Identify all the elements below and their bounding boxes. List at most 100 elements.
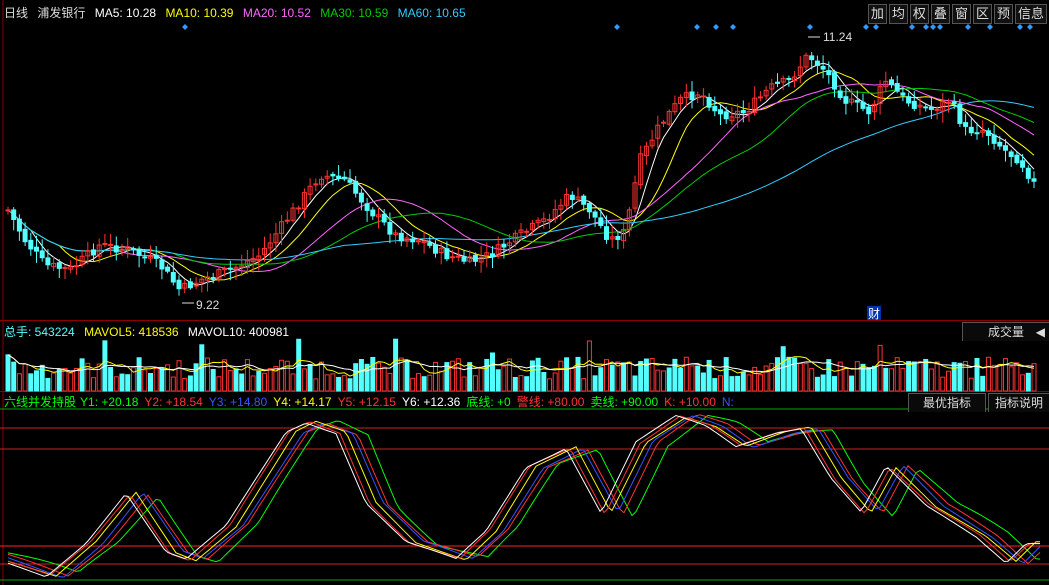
volume-bar — [79, 358, 85, 392]
candle-body — [187, 281, 193, 289]
volume-bar — [1008, 366, 1014, 392]
volume-bar — [849, 375, 855, 392]
volume-bar — [740, 371, 746, 392]
indicator-name[interactable]: 六线并发持股 — [4, 395, 76, 409]
volume-bar — [877, 344, 883, 392]
candle-body — [718, 109, 723, 115]
mavol10-value: MAVOL10: 400981 — [187, 325, 290, 339]
volume-bar — [461, 376, 467, 392]
candle-body — [113, 245, 119, 253]
indicator-y2-line — [7, 414, 1041, 577]
indicator-y3-line — [7, 415, 1041, 578]
ma30-value: MA30: 10.59 — [320, 6, 389, 20]
candle-body — [91, 249, 96, 256]
event-marker-icon — [930, 24, 936, 30]
finance-tag[interactable]: 财 — [868, 307, 880, 321]
candle-body — [786, 77, 792, 80]
volume-bar — [552, 372, 558, 392]
candle-body — [364, 203, 370, 211]
toolbar-window-button[interactable]: 窗 — [951, 4, 971, 24]
event-marker-icon — [965, 24, 971, 30]
candle-body — [889, 79, 894, 85]
y5-value: Y5: +12.15 — [337, 395, 396, 409]
candle-body — [928, 106, 934, 110]
period-label[interactable]: 日线 — [4, 6, 28, 20]
candle-body — [934, 108, 940, 111]
event-marker-icon — [1017, 24, 1023, 30]
volume-bar — [946, 370, 951, 392]
volume-bar — [621, 362, 627, 392]
toolbar-forecast-button[interactable]: 预 — [993, 4, 1013, 24]
candle-body — [1003, 145, 1008, 151]
volume-bar — [16, 373, 22, 392]
candle-body — [723, 111, 729, 120]
sell-line-value: 卖线: +90.00 — [590, 395, 659, 409]
volume-bar — [381, 366, 387, 392]
toolbar-range-button[interactable]: 区 — [972, 4, 992, 24]
indicator-help-button[interactable]: 指标说明 — [988, 393, 1049, 412]
candle-body — [461, 256, 467, 262]
volume-bar — [290, 373, 296, 392]
volume-bar — [484, 358, 490, 392]
volume-bar — [159, 367, 165, 392]
event-marker-icon — [863, 24, 869, 30]
volume-bar — [638, 361, 644, 392]
volume-bar — [170, 376, 176, 392]
candle-body — [227, 267, 233, 270]
toolbar-add-button[interactable]: 加 — [867, 4, 887, 24]
event-marker-icon — [182, 24, 188, 30]
volume-bar — [780, 346, 786, 392]
best-indicator-button[interactable]: 最优指标 — [908, 393, 986, 412]
candle-body — [159, 259, 165, 270]
volume-bar — [775, 357, 780, 392]
volume-bar — [347, 378, 353, 392]
volume-bar — [866, 367, 872, 392]
toolbar-ma-button[interactable]: 均 — [888, 4, 908, 24]
volume-bar — [889, 368, 894, 392]
candle-body — [1008, 151, 1014, 157]
candle-body — [490, 253, 495, 258]
volume-indicator-label: 成交量 — [987, 325, 1024, 339]
volume-bar — [324, 374, 330, 392]
toolbar-rights-button[interactable]: 权 — [909, 4, 929, 24]
candle-body — [358, 192, 364, 203]
candle-body — [56, 262, 62, 269]
candle-body — [592, 211, 598, 218]
volume-bar — [250, 375, 256, 392]
volume-bar — [187, 375, 193, 392]
price-chart[interactable]: 11.24 9.22 财 — [0, 0, 1049, 321]
candle-body — [615, 235, 621, 240]
volume-bar — [917, 360, 923, 392]
volume-bar — [227, 370, 233, 392]
toolbar-overlay-button[interactable]: 叠 — [930, 4, 950, 24]
event-marker-icon — [923, 24, 929, 30]
volume-bar — [586, 340, 592, 392]
volume-bar — [911, 361, 917, 392]
volume-bar — [609, 364, 615, 392]
volume-bar — [108, 367, 114, 392]
volume-bar — [661, 370, 666, 392]
volume-bar — [233, 368, 239, 392]
volume-bar — [598, 367, 604, 392]
volume-bar — [558, 360, 564, 392]
candle-body — [700, 95, 706, 98]
volume-bar — [62, 368, 68, 392]
volume-bar — [792, 357, 798, 392]
volume-bar — [894, 357, 900, 392]
candle-body — [34, 246, 39, 252]
candle-body — [712, 105, 718, 112]
volume-bar — [421, 376, 427, 392]
candle-body — [985, 130, 991, 136]
candle-body — [39, 250, 45, 259]
candle-body — [176, 279, 182, 290]
volume-bar — [940, 376, 946, 392]
volume-bar — [56, 368, 62, 392]
indicator-chart[interactable] — [0, 392, 1049, 585]
toolbar-info-button[interactable]: 信息 — [1014, 4, 1047, 24]
volume-bar — [712, 378, 718, 392]
candle-body — [547, 218, 552, 221]
volume-bar — [205, 357, 210, 392]
y2-value: Y2: +18.54 — [144, 395, 203, 409]
volume-bar — [307, 364, 313, 392]
volume-indicator-dropdown[interactable]: 成交量 ◀ — [962, 322, 1049, 341]
